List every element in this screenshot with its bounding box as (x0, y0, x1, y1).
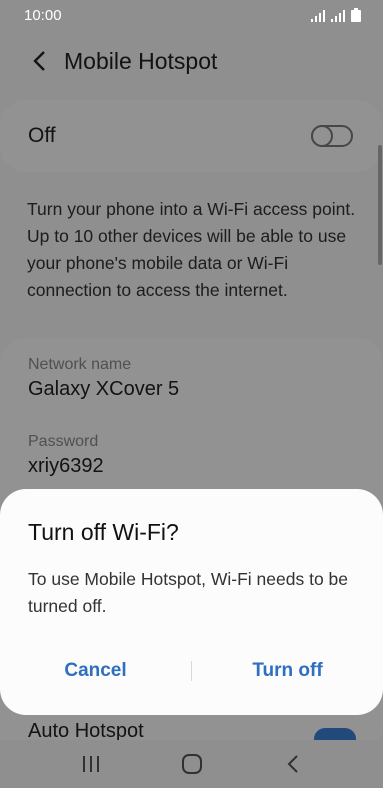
wifi-dialog: Turn off Wi-Fi? To use Mobile Hotspot, W… (0, 489, 383, 715)
cancel-button[interactable]: Cancel (0, 660, 191, 682)
signal-icon (311, 10, 325, 22)
turn-off-button[interactable]: Turn off (192, 660, 383, 682)
dialog-message: To use Mobile Hotspot, Wi-Fi needs to be… (28, 569, 349, 616)
battery-icon (351, 8, 361, 22)
status-bar: 10:00 (0, 0, 383, 30)
dialog-actions: Cancel Turn off (0, 649, 383, 693)
signal-icon (331, 10, 345, 22)
status-time: 10:00 (24, 6, 62, 24)
dialog-title: Turn off Wi-Fi? (28, 519, 179, 545)
